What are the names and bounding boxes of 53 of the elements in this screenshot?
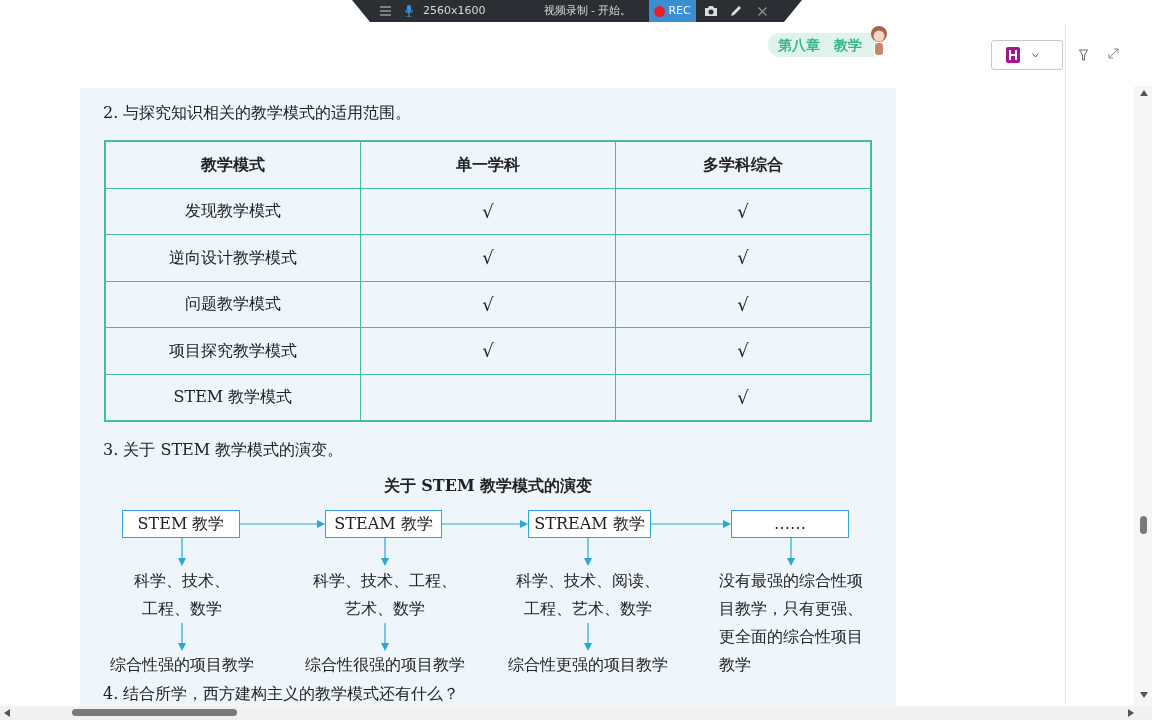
chevron-down-icon [1032,52,1039,58]
filter-icon[interactable] [1079,49,1088,61]
result-text: 综合性更强的项目教学 [507,653,668,676]
scroll-up-icon[interactable] [1140,90,1148,96]
scroll-down-icon[interactable] [1140,692,1148,698]
scroll-left-icon[interactable] [4,709,10,717]
diagram-title: 关于 STEM 教学模式的演变 [383,475,593,495]
check-mark: √ [360,234,616,281]
close-icon[interactable] [757,6,767,16]
down-arrow [582,622,593,651]
subject-list: 没有最强的综合性项 目教学，只有更强、 更全面的综合性项目 教学 [718,566,863,679]
table-cell: 发现教学模式 [105,188,361,235]
column-header: 教学模式 [105,141,361,188]
style-dropdown[interactable] [991,40,1063,70]
pencil-icon[interactable] [729,5,742,17]
table-cell: 逆向设计教学模式 [105,234,361,281]
check-mark: √ [360,281,616,328]
scroll-thumb[interactable] [1140,516,1147,534]
down-arrow [176,622,187,651]
subject-list: 科学、技术、工程、 艺术、数学 [312,566,457,623]
stage-box: STEAM 教学 [325,509,442,538]
figure-icon [868,25,890,57]
down-arrow [582,537,593,566]
check-mark: √ [360,327,616,374]
down-arrow [379,622,390,651]
subject-list: 科学、技术、阅读、 工程、艺术、数学 [515,566,660,623]
stage-box: STEM 教学 [122,509,240,538]
h-icon [1006,47,1020,63]
chapter-tag: 第八章 教学 [768,33,874,57]
table-cell: 问题教学模式 [105,281,361,328]
recorder-status: 视频录制 - 开始。 [543,2,632,19]
down-arrow [379,537,390,566]
column-header: 单一学科 [360,141,616,188]
expand-icon[interactable] [1108,48,1119,59]
resolution-label: 2560x1600 [423,2,486,19]
result-text: 综合性强的项目教学 [109,653,254,676]
stage-box: …… [731,509,849,538]
question-heading: 3. 关于 STEM 教学模式的演变。 [103,439,344,459]
question-heading: 2. 与探究知识相关的教学模式的适用范围。 [103,103,412,122]
result-text: 综合性很强的项目教学 [304,653,465,676]
down-arrow [176,537,187,566]
check-mark: √ [360,188,616,235]
microphone-icon[interactable] [405,5,413,17]
scroll-right-icon[interactable] [1128,709,1134,717]
down-arrow [785,537,796,566]
scroll-thumb[interactable] [72,709,237,716]
camera-icon[interactable] [703,5,718,17]
question-heading: 4. 结合所学，西方建构主义的教学模式还有什么？ [103,683,460,703]
table-cell: 项目探究教学模式 [105,327,361,374]
rec-button[interactable]: REC [649,0,696,22]
menu-icon[interactable] [380,6,391,16]
stage-box: STREAM 教学 [528,509,651,538]
subject-list: 科学、技术、 工程、数学 [133,566,230,623]
